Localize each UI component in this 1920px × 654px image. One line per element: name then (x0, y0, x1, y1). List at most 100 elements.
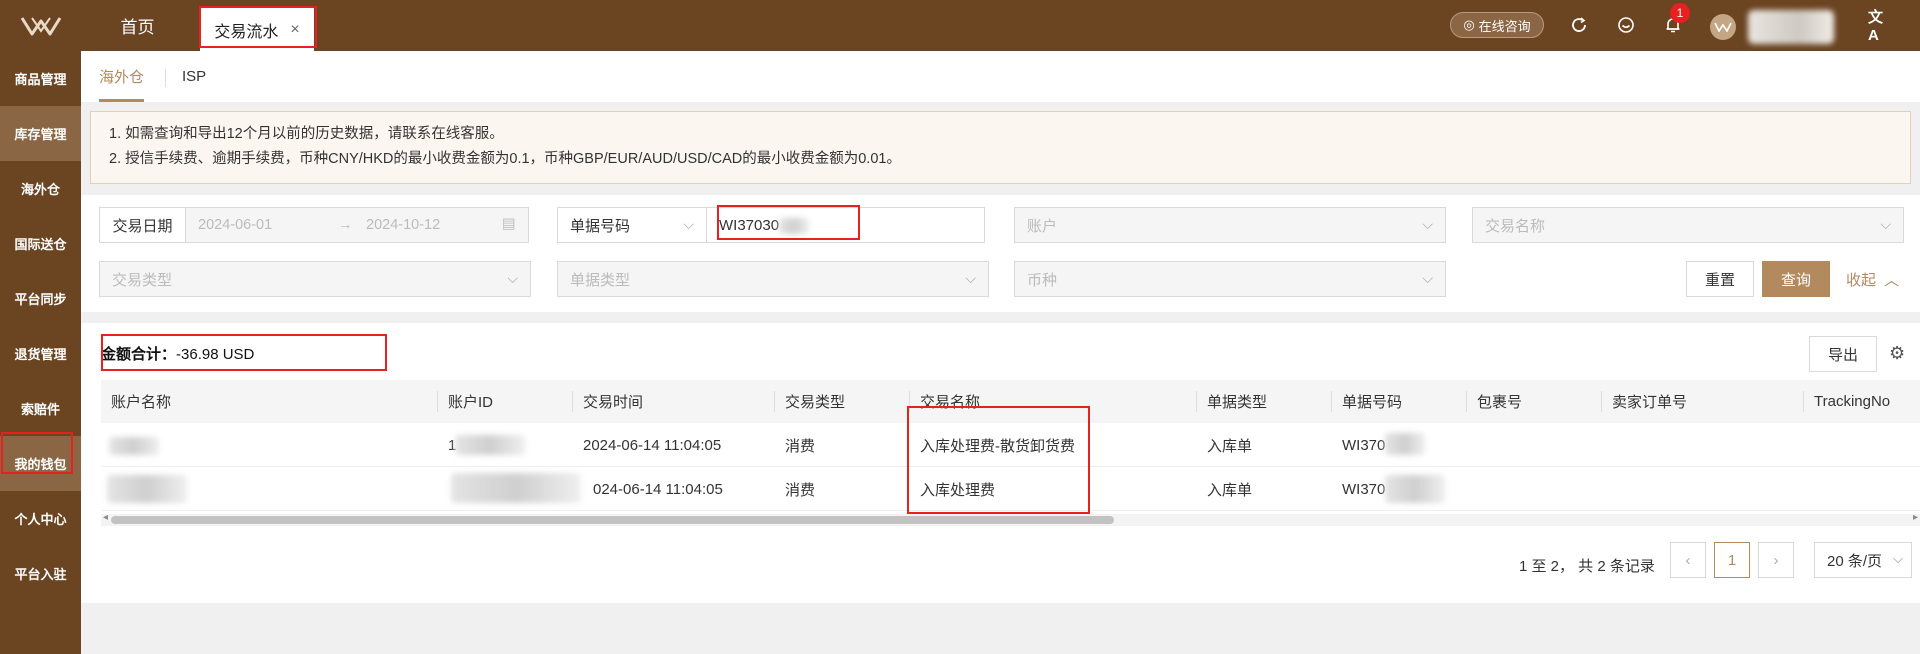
column-header[interactable]: TrackingNo (1804, 380, 1890, 423)
table-row[interactable]: 024-06-14 11:04:05 消费 入库处理费 入库单 WI370 (101, 467, 1920, 511)
doc-type-select[interactable]: 单据类型 ⌵ (557, 261, 989, 297)
doc-type-placeholder: 单据类型 (570, 271, 631, 289)
search-button[interactable]: 查询 (1762, 261, 1830, 297)
column-header[interactable]: 单据号码 (1332, 380, 1402, 423)
column-header[interactable]: 交易类型 (775, 380, 845, 423)
avatar[interactable] (1710, 14, 1736, 40)
sidebar-item-onboarding[interactable]: 平台入驻 (0, 546, 81, 601)
doc-no-type-select[interactable]: 单据号码 ⌵ (557, 207, 707, 243)
tx-name-select[interactable]: 交易名称 ⌵ (1472, 207, 1904, 243)
collapse-toggle[interactable]: 收起 ︿ (1846, 261, 1899, 297)
sidebar-item-returns[interactable]: 退货管理 (0, 326, 81, 381)
column-header[interactable]: 卖家订单号 (1602, 380, 1687, 423)
doc-no-type-value: 单据号码 (570, 217, 631, 235)
account-select[interactable]: 账户 ⌵ (1014, 207, 1446, 243)
translate-icon[interactable]: 文A (1868, 9, 1890, 44)
date-range-picker[interactable]: 2024-06-01 → 2024-10-12 ▤ (185, 207, 529, 243)
scroll-right-icon[interactable]: ▸ (1913, 512, 1918, 523)
collapse-label: 收起 (1846, 271, 1877, 289)
smile-icon[interactable] (1615, 14, 1637, 36)
cell-doc-type: 入库单 (1207, 437, 1253, 455)
sidebar-item-inventory[interactable]: 库存管理 (0, 106, 81, 161)
cell-name: 入库处理费 (920, 481, 996, 499)
column-header[interactable]: 包裹号 (1467, 380, 1522, 423)
sidebar-item-profile[interactable]: 个人中心 (0, 491, 81, 546)
table-row[interactable]: 1 2024-06-14 11:04:05 消费 入库处理费-散货卸货费 入库单… (101, 423, 1920, 467)
reset-button[interactable]: 重置 (1686, 261, 1754, 297)
notice-line: 2. 授信手续费、逾期手续费，币种CNY/HKD的最小收费金额为0.1，币种GB… (109, 151, 901, 167)
sidebar-item-product[interactable]: 商品管理 (0, 51, 81, 106)
notification-badge: 1 (1670, 3, 1690, 23)
tx-name-placeholder: 交易名称 (1485, 217, 1546, 235)
redacted-text (107, 475, 187, 503)
redacted-text (455, 435, 525, 455)
cell-type: 消费 (785, 437, 816, 455)
table-header: 账户名称 账户ID 交易时间 交易类型 交易名称 单据类型 单据号码 包裹号 卖… (101, 380, 1920, 423)
doc-no-value: WI37030 (719, 216, 780, 234)
amount-total-value: -36.98 USD (176, 346, 255, 363)
cell-account-id (438, 467, 448, 511)
page-size-value: 20 条/页 (1827, 552, 1883, 570)
sidebar-item-claims[interactable]: 索赔件 (0, 381, 81, 436)
top-bar: 首页 交易流水 × ◎ 在线咨询 1 文A (0, 0, 1920, 51)
pagination-summary: 1 至 2， 共 2 条记录 (1519, 558, 1655, 575)
close-icon[interactable]: × (290, 21, 299, 39)
doc-no-input[interactable]: WI37030 (706, 207, 985, 243)
cell-account-id: 1 (448, 436, 457, 454)
cell-type: 消费 (785, 481, 816, 499)
column-header[interactable]: 交易时间 (573, 380, 643, 423)
redacted-text (451, 473, 581, 503)
user-name-redacted[interactable] (1748, 10, 1834, 44)
prev-page-button[interactable]: ‹ (1670, 542, 1706, 578)
sidebar-item-platform-sync[interactable]: 平台同步 (0, 271, 81, 326)
logo-icon (20, 16, 61, 35)
tab-isp[interactable]: ISP (182, 51, 206, 102)
scroll-left-icon[interactable]: ◂ (103, 512, 108, 523)
page-size-select[interactable]: 20 条/页 ⌵ (1814, 542, 1912, 578)
export-button[interactable]: 导出 (1809, 336, 1877, 372)
consult-label: 在线咨询 (1478, 18, 1531, 34)
logo[interactable] (0, 0, 81, 51)
sub-tabs: 海外仓 ISP (81, 51, 1920, 102)
tx-type-select[interactable]: 交易类型 ⌵ (99, 261, 531, 297)
scrollbar-thumb[interactable] (111, 516, 1114, 524)
column-header[interactable]: 单据类型 (1197, 380, 1267, 423)
column-header[interactable]: 账户名称 (101, 380, 171, 423)
amount-total: 金额合计：-36.98 USD (101, 343, 254, 364)
sidebar-item-wallet[interactable]: 我的钱包 (0, 436, 81, 491)
chevron-down-icon: ⌵ (965, 270, 976, 286)
cell-doc-no: WI370 (1342, 436, 1386, 454)
column-header[interactable]: 账户ID (438, 380, 493, 423)
tab-transaction-flow[interactable]: 交易流水 × (200, 8, 314, 51)
page-button-current[interactable]: 1 (1714, 542, 1750, 578)
sidebar-item-intl-delivery[interactable]: 国际送仓 (0, 216, 81, 271)
next-page-button[interactable]: › (1758, 542, 1794, 578)
tab-home[interactable]: 首页 (100, 0, 175, 51)
redacted-text (1385, 433, 1425, 455)
gear-icon[interactable]: ⚙ (1889, 343, 1905, 364)
results-panel: 金额合计：-36.98 USD 导出 ⚙ 账户名称 账户ID 交易时间 交易类型… (81, 323, 1920, 603)
date-start: 2024-06-01 (198, 217, 273, 233)
currency-placeholder: 币种 (1027, 271, 1058, 289)
cell-doc-type: 入库单 (1207, 481, 1253, 499)
tab-overseas-warehouse[interactable]: 海外仓 (99, 51, 144, 102)
cell-name: 入库处理费-散货卸货费 (920, 437, 1075, 455)
cell-time: 2024-06-14 11:04:05 (583, 436, 722, 454)
account-placeholder: 账户 (1027, 217, 1058, 235)
notice-line: 1. 如需查询和导出12个月以前的历史数据，请联系在线客服。 (109, 126, 504, 142)
sidebar-item-overseas-warehouse[interactable]: 海外仓 (0, 161, 81, 216)
chevron-up-icon: ︿ (1884, 271, 1900, 289)
tab-divider (165, 69, 166, 87)
tab-label: 交易流水 (214, 23, 279, 41)
redacted-text (779, 218, 809, 234)
tx-type-placeholder: 交易类型 (112, 271, 173, 289)
column-header[interactable]: 交易名称 (910, 380, 980, 423)
notice-banner: 1. 如需查询和导出12个月以前的历史数据，请联系在线客服。 2. 授信手续费、… (90, 111, 1911, 184)
sidebar: 商品管理 库存管理 海外仓 国际送仓 平台同步 退货管理 索赔件 我的钱包 个人… (0, 51, 81, 654)
refresh-icon[interactable] (1568, 14, 1590, 36)
currency-select[interactable]: 币种 ⌵ (1014, 261, 1446, 297)
online-consult-button[interactable]: ◎ 在线咨询 (1450, 12, 1544, 38)
redacted-text (109, 437, 159, 455)
horizontal-scrollbar[interactable]: ◂ ▸ (101, 512, 1920, 526)
date-end: 2024-10-12 (366, 217, 441, 233)
